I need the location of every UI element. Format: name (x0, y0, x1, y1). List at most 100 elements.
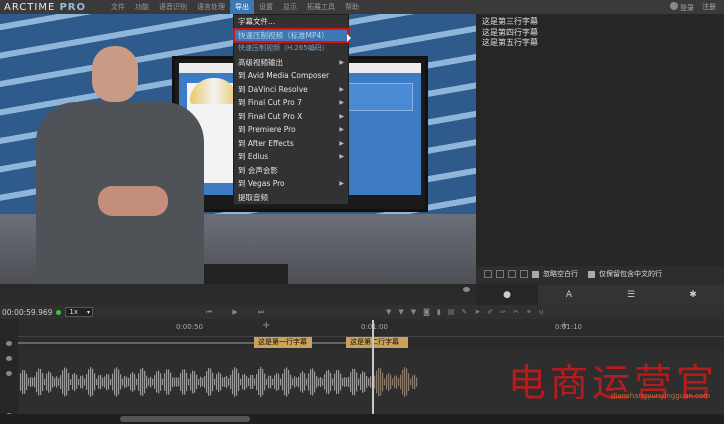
export-menu-item[interactable]: 到 Premiere Pro ▶ (234, 123, 348, 137)
link-icon[interactable]: ⚭ (526, 308, 532, 316)
menu-language-processing[interactable]: 语言处理 (192, 0, 230, 14)
play-icon[interactable]: ▶ (232, 308, 237, 316)
menu-export[interactable]: 导出 (230, 0, 254, 14)
timeline-ruler[interactable]: + + 0:00:50 0:01:00 0:01:10 (18, 319, 724, 337)
eye-icon[interactable] (463, 287, 470, 292)
waveform-bar (122, 378, 124, 386)
export-menu-item[interactable]: 到 After Effects ▶ (234, 137, 348, 151)
undo-icon[interactable] (496, 270, 504, 278)
magnet-icon[interactable]: ∪ (539, 308, 544, 316)
subtitle-line[interactable]: 这是第三行字幕 (476, 17, 724, 28)
export-menu-item[interactable]: 快速压制视频（标准MP4） (233, 27, 351, 43)
waveform-bar (186, 372, 188, 392)
export-menu-item[interactable]: 提取音频 (234, 191, 348, 205)
waveform-bar (120, 374, 122, 390)
menu-extension-tools[interactable]: 拓展工具 (302, 0, 340, 14)
grid-icon[interactable] (484, 270, 492, 278)
waveform-bar (204, 376, 206, 388)
pencil-icon[interactable]: ✐ (487, 308, 493, 316)
skip-back-icon[interactable]: ⏮ (206, 308, 212, 317)
skip-empty-checkbox[interactable] (532, 270, 539, 278)
waveform-bar (240, 378, 242, 386)
waveform-bar (354, 368, 356, 396)
cursor-icon[interactable]: ➤ (474, 308, 480, 316)
register-link[interactable]: 注册 (702, 2, 716, 12)
waveform-bar (324, 374, 326, 390)
eye-icon[interactable] (6, 371, 12, 376)
playhead[interactable] (372, 320, 374, 424)
menu-speech-recognition[interactable]: 语音识别 (154, 0, 192, 14)
login-link[interactable]: 登录 (670, 1, 694, 13)
timeline-toolbar: 00:00:59.969 1x ⏮ ▶ ⏭ ▼ ▼ ▼ ◙ ▮ ▤ ✎ ➤ ✐ … (0, 305, 724, 319)
export-menu-item[interactable]: 到 Final Cut Pro 7 ▶ (234, 96, 348, 110)
marker-down-icon[interactable]: ▼ (386, 308, 391, 316)
scissors-icon[interactable]: ✂ (513, 308, 519, 316)
export-menu-item[interactable]: 到 Avid Media Composer (234, 69, 348, 83)
export-menu-item[interactable]: 到 Final Cut Pro X ▶ (234, 110, 348, 124)
presenter-head (92, 46, 138, 102)
waveform-bar (198, 378, 200, 386)
skip-forward-icon[interactable]: ⏭ (258, 308, 264, 317)
waveform-bar (276, 372, 278, 392)
export-menu-item-label: 快速压制视频（H.265编码） (238, 44, 329, 52)
waveform-bar (106, 373, 108, 391)
menu-help[interactable]: 帮助 (340, 0, 364, 14)
tab-chat[interactable]: ● (476, 285, 538, 305)
waveform-bar (26, 373, 28, 391)
subtitle-block[interactable]: 这是第二行字幕 (346, 337, 408, 348)
slice-icon[interactable]: ▤ (448, 308, 455, 316)
export-menu-item[interactable]: 字幕文件... (234, 15, 348, 29)
delete-icon[interactable] (520, 270, 528, 278)
marker-down-icon[interactable]: ▼ (398, 308, 403, 316)
pen-icon[interactable]: ✎ (461, 308, 467, 316)
tab-font[interactable]: A (538, 285, 600, 305)
ruler-label: 0:01:00 (361, 323, 388, 331)
export-menu-item[interactable]: 到 会声会影 (234, 164, 348, 178)
waveform-bar (160, 373, 162, 391)
menu-display[interactable]: 显示 (278, 0, 302, 14)
tab-settings[interactable]: ✱ (662, 285, 724, 305)
list-icon: ☰ (626, 290, 636, 300)
waveform-bar (24, 370, 26, 394)
export-menu-item-label: 字幕文件... (238, 17, 276, 26)
brush-icon[interactable]: ✑ (500, 308, 506, 316)
menu-settings[interactable]: 设置 (254, 0, 278, 14)
keep-chinese-label: 仅保留包含中文的行 (599, 270, 662, 278)
waveform-bar (212, 372, 214, 392)
waveform-bar (412, 375, 414, 389)
waveform-bar (264, 373, 266, 391)
waveform-bar (158, 370, 160, 394)
waveform-bar (280, 378, 282, 386)
export-menu-item[interactable]: 快速压制视频（H.265编码） (234, 42, 348, 56)
waveform-bar (192, 370, 194, 394)
export-menu-item[interactable]: 到 DaVinci Resolve ▶ (234, 83, 348, 97)
speed-select[interactable]: 1x (65, 307, 93, 317)
scroll-thumb[interactable] (120, 416, 250, 422)
menu-file[interactable]: 文件 (106, 0, 130, 14)
subtitle-block[interactable]: 这是第一行字幕 (254, 337, 312, 348)
export-menu-item[interactable]: 到 Vegas Pro ▶ (234, 177, 348, 191)
subtitle-line[interactable]: 这是第五行字幕 (476, 38, 724, 49)
timeline-scrollbar[interactable] (0, 414, 724, 424)
export-menu-item[interactable]: 到 Edius ▶ (234, 150, 348, 164)
waveform-bar (334, 373, 336, 391)
eye-icon[interactable] (6, 341, 12, 346)
waveform-bar (394, 376, 396, 388)
marker-filled-icon[interactable]: ▼ (411, 308, 416, 316)
waveform-bar (180, 372, 182, 392)
subtitle-line[interactable]: 这是第四行字幕 (476, 28, 724, 39)
waveform-bar (44, 378, 46, 386)
add-marker-icon[interactable]: + (262, 320, 270, 331)
keep-chinese-checkbox[interactable] (588, 270, 595, 278)
waveform-bar (196, 374, 198, 390)
subtitle-list-panel[interactable]: 这是第三行字幕 这是第四行字幕 这是第五行字幕 (476, 14, 724, 266)
export-menu-item-label: 高级视频输出 (238, 57, 283, 67)
eye-icon[interactable] (6, 356, 12, 361)
edit-icon[interactable] (508, 270, 516, 278)
split-icon[interactable]: ▮ (437, 308, 441, 316)
submenu-arrow-icon: ▶ (339, 58, 344, 66)
camera-icon[interactable]: ◙ (423, 308, 430, 316)
menu-function[interactable]: 功能 (130, 0, 154, 14)
export-menu-item[interactable]: 高级视频输出 ▶ (234, 56, 348, 70)
tab-list[interactable]: ☰ (600, 285, 662, 305)
